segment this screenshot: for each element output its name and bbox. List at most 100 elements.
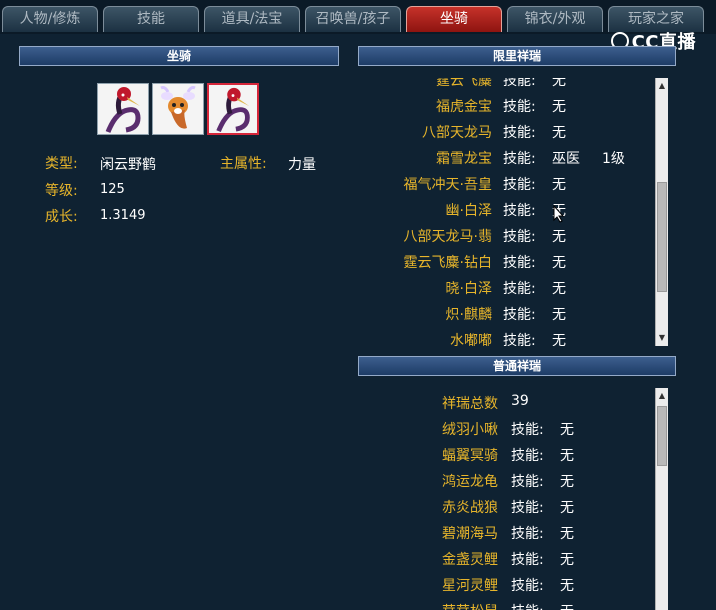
- mount-level-label: 等级:: [45, 183, 78, 199]
- normal-mount-row[interactable]: 绒羽小啾 技能: 无: [358, 419, 654, 439]
- crane-mount-icon: [216, 87, 250, 133]
- skill-value: 无: [552, 125, 566, 141]
- skill-value: 无: [560, 578, 574, 594]
- skill-label: 技能:: [503, 229, 536, 245]
- limited-mount-row[interactable]: 八部天龙马 技能: 无: [358, 122, 654, 142]
- total-count-row: 祥瑞总数 39: [358, 393, 654, 413]
- tab-bar: 人物/修炼 技能 道具/法宝 召唤兽/孩子 坐骑 锦衣/外观 玩家之家: [0, 0, 716, 34]
- mount-name: 福气冲天·吾皇: [403, 177, 492, 193]
- skill-value: 无: [552, 99, 566, 115]
- mount-name: 碧潮海马: [442, 526, 498, 542]
- tab-mounts[interactable]: 坐骑: [406, 6, 502, 32]
- limited-mount-row[interactable]: 八部天龙马·翡 技能: 无: [358, 226, 654, 246]
- limited-mount-row[interactable]: 霆云飞麋 技能: 无: [358, 78, 654, 90]
- mouse-cursor-icon: [553, 205, 565, 223]
- mount-name: 八部天龙马: [422, 125, 492, 141]
- normal-mount-row[interactable]: 赤炎战狼 技能: 无: [358, 497, 654, 517]
- skill-label: 技能:: [503, 203, 536, 219]
- normal-mount-row[interactable]: 茸茸松鼠 技能: 无: [358, 601, 654, 610]
- skill-value: 无: [560, 526, 574, 542]
- scrollbar-thumb[interactable]: [657, 182, 667, 292]
- limited-mount-row[interactable]: 福气冲天·吾皇 技能: 无: [358, 174, 654, 194]
- crane-mount-icon: [105, 87, 141, 133]
- skill-label: 技能:: [503, 281, 536, 297]
- mount-type-value: 闲云野鹤: [100, 157, 156, 173]
- limited-mount-row[interactable]: 霜雪龙宝 技能: 巫医 1级: [358, 148, 654, 168]
- skill-label: 技能:: [503, 99, 536, 115]
- skill-label: 技能:: [503, 125, 536, 141]
- mount-name: 星河灵鲤: [442, 578, 498, 594]
- normal-list-scrollbar[interactable]: ▲: [655, 388, 668, 610]
- main-attribute-label: 主属性:: [220, 156, 267, 172]
- scrollbar-thumb[interactable]: [657, 406, 667, 466]
- skill-value: 无: [552, 281, 566, 297]
- scroll-up-arrow-icon[interactable]: ▲: [656, 80, 668, 92]
- limited-mount-row[interactable]: 水嘟嘟 技能: 无: [358, 330, 654, 346]
- scroll-down-arrow-icon[interactable]: ▼: [656, 332, 668, 344]
- normal-mount-row[interactable]: 碧潮海马 技能: 无: [358, 523, 654, 543]
- skill-value: 无: [552, 229, 566, 245]
- limited-mount-list: 霆云飞麋 技能: 无福虎金宝 技能: 无八部天龙马 技能: 无霜雪龙宝 技能: 巫医 1级 福气冲天…: [358, 78, 654, 346]
- normal-mount-list: 祥瑞总数 39 绒羽小啾 技能: 无蝠翼冥骑 技能: 无鸿运龙龟 技能: 无赤炎战狼 技能: 无…: [358, 388, 654, 610]
- skill-value: 无: [552, 255, 566, 271]
- mount-name: 蝠翼冥骑: [442, 448, 498, 464]
- mount-slot-3[interactable]: [207, 83, 259, 135]
- scroll-up-arrow-icon[interactable]: ▲: [656, 390, 668, 402]
- mount-name: 晓·白泽: [445, 281, 492, 297]
- normal-mount-row[interactable]: 金盏灵鲤 技能: 无: [358, 549, 654, 569]
- skill-label: 技能:: [503, 333, 536, 346]
- skill-label: 技能:: [511, 601, 544, 610]
- skill-value: 巫医: [552, 151, 580, 167]
- mount-panel-header: 坐骑: [19, 46, 339, 66]
- mount-name: 霜雪龙宝: [436, 151, 492, 167]
- mount-name: 福虎金宝: [436, 99, 492, 115]
- tab-outfits[interactable]: 锦衣/外观: [507, 6, 603, 32]
- mount-name: 赤炎战狼: [442, 500, 498, 516]
- mount-name: 鸿运龙龟: [442, 474, 498, 490]
- normal-mount-row[interactable]: 星河灵鲤 技能: 无: [358, 575, 654, 595]
- limited-mount-row[interactable]: 幽·白泽技能:无: [358, 200, 654, 220]
- tab-summons[interactable]: 召唤兽/孩子: [305, 6, 401, 32]
- limited-panel-header: 限里祥瑞: [358, 46, 676, 66]
- mount-name: 茸茸松鼠: [398, 601, 498, 610]
- skill-label: 技能:: [511, 474, 544, 490]
- limited-mount-row[interactable]: 晓·白泽 技能: 无: [358, 278, 654, 298]
- limited-mount-row[interactable]: 霆云飞麋·钻白 技能: 无: [358, 252, 654, 272]
- tab-character[interactable]: 人物/修炼: [2, 6, 98, 32]
- mount-slot-2[interactable]: [152, 83, 204, 135]
- deer-mount-icon: [160, 86, 196, 129]
- skill-label: 技能:: [511, 500, 544, 516]
- mount-type-label: 类型:: [45, 156, 78, 172]
- skill-label: 技能:: [511, 526, 544, 542]
- skill-label: 技能:: [511, 448, 544, 464]
- skill-value: 无: [560, 474, 574, 490]
- mount-level-value: 125: [100, 182, 125, 197]
- mount-name: 霆云飞麋·钻白: [403, 255, 492, 271]
- skill-value: 无: [560, 601, 574, 610]
- skill-value: 无: [560, 552, 574, 568]
- skill-label: 技能:: [511, 422, 544, 438]
- tab-skills[interactable]: 技能: [103, 6, 199, 32]
- normal-mount-row[interactable]: 蝠翼冥骑 技能: 无: [358, 445, 654, 465]
- skill-value: 无: [552, 333, 566, 346]
- limited-mount-row[interactable]: 福虎金宝 技能: 无: [358, 96, 654, 116]
- skill-value: 无: [552, 78, 566, 89]
- skill-value: 无: [552, 307, 566, 323]
- mount-name: 霆云飞麋: [436, 78, 492, 89]
- tab-items[interactable]: 道具/法宝: [204, 6, 300, 32]
- mount-name: 金盏灵鲤: [442, 552, 498, 568]
- skill-label: 技能:: [503, 255, 536, 271]
- mount-name: 炽·麒麟: [445, 307, 492, 323]
- mount-name: 水嘟嘟: [450, 333, 492, 346]
- limited-list-scrollbar[interactable]: ▲ ▼: [655, 78, 668, 346]
- mount-slot-1[interactable]: [97, 83, 149, 135]
- total-count-label: 祥瑞总数: [442, 396, 498, 412]
- mount-growth-label: 成长:: [45, 209, 78, 225]
- normal-mount-row[interactable]: 鸿运龙龟 技能: 无: [358, 471, 654, 491]
- skill-label: 技能:: [503, 177, 536, 193]
- skill-label: 技能:: [503, 78, 536, 89]
- mount-name: 绒羽小啾: [442, 422, 498, 438]
- mount-name: 幽·白泽: [445, 203, 492, 219]
- limited-mount-row[interactable]: 炽·麒麟 技能: 无: [358, 304, 654, 324]
- total-count-value: 39: [511, 393, 529, 409]
